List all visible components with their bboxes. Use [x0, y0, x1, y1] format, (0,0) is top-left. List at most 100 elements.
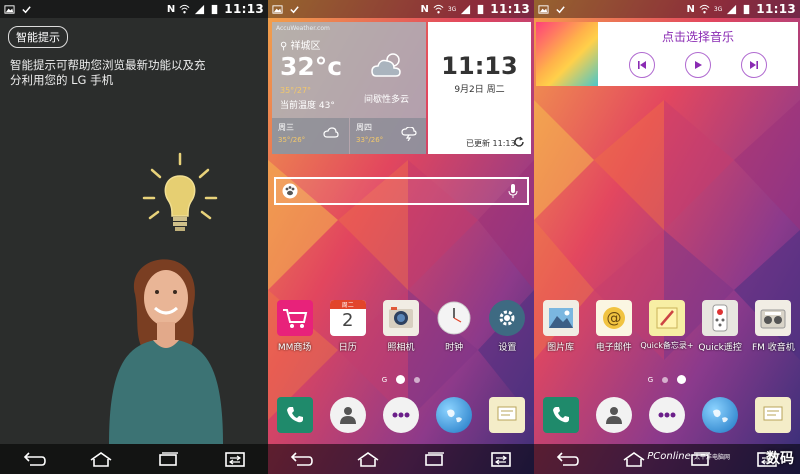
search-bar[interactable]: [274, 177, 529, 205]
remote-icon: [702, 300, 739, 336]
microphone-icon[interactable]: [507, 183, 519, 199]
status-bar: N 3G 11:13: [268, 0, 534, 18]
gallery-icon: [542, 300, 579, 336]
google-page-indicator[interactable]: G: [648, 376, 653, 384]
partly-cloudy-icon: [371, 53, 401, 77]
music-widget[interactable]: 点击选择音乐: [536, 22, 798, 86]
check-notification-icon: [556, 5, 565, 13]
app-drawer-icon[interactable]: [648, 397, 685, 433]
page-indicator: G: [268, 375, 534, 384]
app-label: 日历: [338, 343, 357, 353]
watermark-site: PConline 太平洋电脑网: [647, 451, 730, 462]
weather-widget[interactable]: AccuWeather.com ⚲ 祥城区 32°c 35°/27° 当前温度 …: [272, 22, 426, 154]
app-quick-memo[interactable]: Quick备忘录+: [640, 300, 694, 353]
wifi-icon: [699, 4, 710, 13]
app-quick-remote[interactable]: Quick遥控: [694, 300, 746, 353]
clock-date: 9月2日 周二: [454, 85, 505, 95]
network-type: 3G: [447, 5, 457, 13]
album-art[interactable]: [536, 22, 598, 86]
status-time: 11:13: [490, 2, 530, 16]
contacts-icon[interactable]: [329, 397, 366, 433]
dock: [534, 397, 800, 433]
image-notification-icon: [538, 4, 549, 14]
app-calendar[interactable]: 周二 2 日历: [322, 300, 374, 353]
music-title[interactable]: 点击选择音乐: [598, 28, 798, 45]
signal-icon: [727, 4, 737, 14]
app-mm-store[interactable]: MM商场: [269, 300, 321, 353]
watermark-logo: 数码: [766, 451, 794, 467]
page-dot[interactable]: [414, 376, 421, 383]
app-email[interactable]: @ 电子邮件: [588, 300, 640, 353]
calendar-icon: 周二 2: [329, 300, 366, 336]
status-time: 11:13: [756, 2, 796, 16]
home-icon[interactable]: [620, 450, 648, 468]
location-name: 祥城区: [290, 41, 321, 52]
page-indicator: G: [534, 375, 800, 384]
smart-tips-button[interactable]: 智能提示: [8, 26, 68, 48]
app-clock[interactable]: 时钟: [428, 300, 480, 353]
smiling-woman-photo: [109, 259, 223, 444]
phone-icon[interactable]: [276, 397, 313, 433]
watermark-site-text: PConline: [647, 451, 691, 462]
radio-icon: [755, 300, 792, 336]
refresh-icon[interactable]: [513, 136, 525, 148]
app-label: 电子邮件: [595, 343, 632, 353]
check-notification-icon: [22, 5, 31, 13]
page-dot[interactable]: [662, 376, 669, 383]
wifi-icon: [433, 4, 444, 13]
messaging-icon[interactable]: [489, 397, 526, 433]
memo-icon: [648, 300, 685, 336]
smart-tips-description: 智能提示可帮助您浏览最新功能以及充分利用您的 LG 手机: [10, 58, 206, 87]
next-icon: [750, 61, 758, 69]
baidu-paw-icon: [282, 183, 298, 199]
app-label: 照相机: [387, 343, 415, 353]
recent-apps-icon[interactable]: [154, 450, 182, 468]
app-drawer-icon[interactable]: [382, 397, 419, 433]
previous-track-button[interactable]: [629, 52, 655, 78]
play-button[interactable]: [685, 52, 711, 78]
page-dot-active[interactable]: [396, 375, 406, 384]
app-label: Quick备忘录+: [640, 341, 694, 350]
dual-window-icon[interactable]: [221, 450, 249, 468]
clock-icon: [436, 300, 472, 336]
dual-window-icon[interactable]: [487, 450, 515, 468]
weather-range: 35°/27°: [280, 86, 312, 95]
forecast-day: 周四 33°/26°: [350, 118, 426, 154]
browser-globe-icon[interactable]: [436, 397, 473, 433]
signal-icon: [195, 4, 205, 14]
home-icon[interactable]: [354, 450, 382, 468]
back-icon[interactable]: [20, 450, 48, 468]
wifi-icon: [179, 4, 190, 13]
clock-updated: 已更新 11:13: [466, 139, 516, 148]
messaging-icon[interactable]: [755, 397, 792, 433]
weather-source: AccuWeather.com: [276, 25, 330, 32]
back-icon[interactable]: [553, 450, 581, 468]
phone-icon[interactable]: [542, 397, 579, 433]
app-label: FM 收音机: [751, 343, 795, 353]
app-gallery[interactable]: 图片库: [535, 300, 587, 353]
google-page-indicator[interactable]: G: [382, 376, 387, 384]
contacts-icon[interactable]: [595, 397, 632, 433]
dock: [268, 397, 534, 433]
weather-feels-like: 当前温度 43°: [280, 101, 335, 111]
nfc-icon: N: [686, 3, 695, 15]
page-dot-active[interactable]: [677, 375, 687, 384]
weather-temperature: 32°c: [280, 52, 343, 81]
app-row: 图片库 @ 电子邮件 Quick备忘录+ Quick遥控 FM 收音机: [534, 300, 800, 353]
app-settings[interactable]: 设置: [481, 300, 533, 353]
app-fm-radio[interactable]: FM 收音机: [747, 300, 799, 353]
status-time: 11:13: [224, 2, 264, 16]
browser-globe-icon[interactable]: [702, 397, 739, 433]
clock-widget[interactable]: 11:13 9月2日 周二 已更新 11:13: [428, 22, 531, 154]
home-icon[interactable]: [87, 450, 115, 468]
next-track-button[interactable]: [741, 52, 767, 78]
app-camera[interactable]: 照相机: [375, 300, 427, 353]
status-bar: N 3G 11:13: [534, 0, 800, 18]
battery-icon: [744, 4, 750, 14]
home-screen-widgets: N 3G 11:13 AccuWeather.com ⚲ 祥城区 32°c 35…: [268, 0, 534, 474]
back-icon[interactable]: [287, 450, 315, 468]
app-row: MM商场 周二 2 日历 照相机 时钟 设置: [268, 300, 534, 353]
recent-apps-icon[interactable]: [420, 450, 448, 468]
svg-text:@: @: [606, 309, 621, 327]
image-notification-icon: [4, 4, 15, 14]
